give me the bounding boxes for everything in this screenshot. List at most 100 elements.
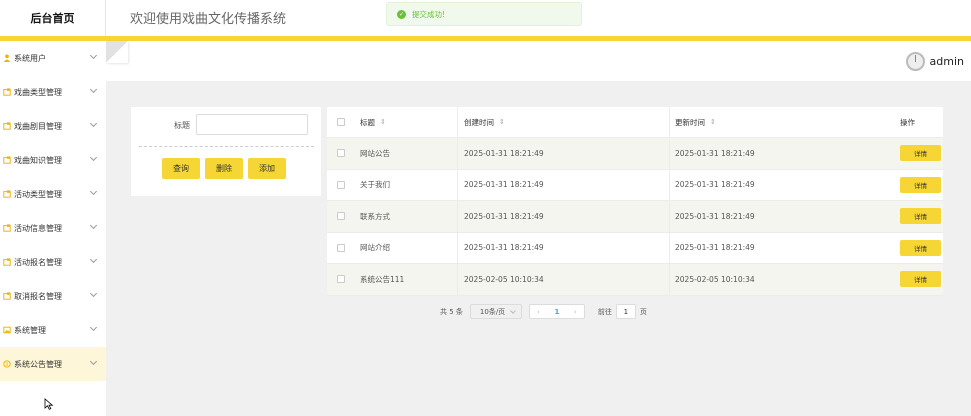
row-checkbox[interactable] bbox=[337, 243, 345, 252]
table-row[interactable]: 网站公告 2025-01-31 18:21:49 2025-01-31 18:2… bbox=[327, 138, 943, 170]
cell-title: 关于我们 bbox=[355, 169, 458, 200]
page-size-select[interactable]: 10条/页 bbox=[469, 304, 522, 319]
cell-created: 2025-01-31 18:21:49 bbox=[458, 232, 670, 263]
sidebar-item-label: 活动信息管理 bbox=[14, 223, 62, 233]
chevron-down-icon bbox=[89, 85, 98, 94]
cell-updated: 2025-02-05 10:10:34 bbox=[675, 274, 755, 284]
table-row[interactable]: 联系方式 2025-01-31 18:21:49 2025-01-31 18:2… bbox=[327, 201, 943, 233]
detail-button[interactable]: 详情 bbox=[900, 271, 941, 288]
page-suffix: 页 bbox=[639, 307, 647, 316]
sidebar-item-label: 戏曲类型管理 bbox=[14, 87, 62, 97]
row-checkbox[interactable] bbox=[337, 212, 345, 221]
system-title: 欢迎使用戏曲文化传播系统 bbox=[130, 12, 287, 27]
home-link[interactable]: 后台首页 bbox=[0, 0, 106, 36]
table-row[interactable]: 关于我们 2025-01-31 18:21:49 2025-01-31 18:2… bbox=[327, 169, 943, 201]
toast-message: 提交成功! bbox=[412, 9, 446, 19]
chevron-down-icon bbox=[89, 51, 98, 60]
sidebar-item-system-users[interactable]: 系统用户 bbox=[0, 41, 106, 75]
title-search-input[interactable] bbox=[196, 114, 308, 135]
chevron-down-icon bbox=[89, 221, 98, 230]
sidebar-item-system-management[interactable]: 系统管理 bbox=[0, 313, 106, 347]
chevron-down-icon bbox=[510, 308, 516, 314]
add-button[interactable]: 添加 bbox=[248, 158, 286, 179]
divider bbox=[139, 146, 314, 147]
cell-updated: 2025-01-31 18:21:49 bbox=[675, 211, 755, 221]
cell-updated: 2025-01-31 18:21:49 bbox=[675, 180, 755, 190]
folder-icon bbox=[3, 190, 11, 198]
avatar bbox=[905, 52, 925, 71]
mouse-cursor-icon bbox=[44, 398, 54, 410]
page-number[interactable]: 1 bbox=[554, 308, 559, 316]
user-icon bbox=[3, 54, 11, 62]
column-header-updated[interactable]: 更新时间 ⇕ bbox=[670, 107, 882, 137]
user-menu[interactable]: admin bbox=[905, 52, 964, 71]
column-header-title[interactable]: 标题 ⇕ bbox=[355, 107, 458, 137]
notice-table: 标题 ⇕ 创建时间 ⇕ 更新时间 ⇕ 操作 网站公告 2025-01-31 18:21… bbox=[327, 107, 943, 296]
table-row[interactable]: 系统公告111 2025-02-05 10:10:34 2025-02-05 1… bbox=[327, 264, 943, 296]
sidebar-item-opera-knowledge[interactable]: 戏曲知识管理 bbox=[0, 143, 106, 177]
sidebar: 系统用户 戏曲类型管理 戏曲剧目管理 戏曲知识管理 活动类型管理 活动信息管理 … bbox=[0, 41, 106, 416]
sidebar-item-activity-signup[interactable]: 活动报名管理 bbox=[0, 245, 106, 279]
sidebar-item-opera-types[interactable]: 戏曲类型管理 bbox=[0, 75, 106, 109]
prev-page-icon[interactable]: ‹ bbox=[537, 308, 540, 316]
cell-created: 2025-01-31 18:21:49 bbox=[458, 201, 670, 232]
cell-title: 联系方式 bbox=[355, 201, 458, 232]
chevron-down-icon bbox=[89, 289, 98, 298]
sidebar-item-activity-types[interactable]: 活动类型管理 bbox=[0, 177, 106, 211]
sidebar-item-label: 系统用户 bbox=[14, 53, 46, 63]
picture-icon bbox=[3, 326, 11, 334]
chevron-down-icon bbox=[89, 153, 98, 162]
column-header-created[interactable]: 创建时间 ⇕ bbox=[458, 107, 670, 137]
title-label: 标题 bbox=[174, 121, 190, 130]
detail-button[interactable]: 详情 bbox=[900, 208, 941, 225]
sort-icon: ⇕ bbox=[499, 118, 505, 126]
next-page-icon[interactable]: › bbox=[574, 308, 577, 316]
chevron-down-icon bbox=[89, 119, 98, 128]
folder-icon bbox=[3, 156, 11, 164]
detail-button[interactable]: 详情 bbox=[900, 176, 941, 193]
cell-title: 网站介绍 bbox=[355, 232, 458, 263]
folder-icon bbox=[3, 88, 11, 96]
cell-updated: 2025-01-31 18:21:49 bbox=[675, 243, 755, 253]
sidebar-item-activity-info[interactable]: 活动信息管理 bbox=[0, 211, 106, 245]
cell-title: 系统公告111 bbox=[355, 264, 458, 295]
sidebar-item-cancel-signup[interactable]: 取消报名管理 bbox=[0, 279, 106, 313]
query-button[interactable]: 查询 bbox=[162, 158, 200, 179]
folder-icon bbox=[3, 122, 11, 130]
chevron-down-icon bbox=[89, 255, 98, 264]
delete-button[interactable]: 删除 bbox=[205, 158, 243, 179]
row-checkbox[interactable] bbox=[337, 180, 345, 189]
sort-icon: ⇕ bbox=[710, 118, 716, 126]
folder-icon bbox=[3, 258, 11, 266]
chevron-down-icon bbox=[89, 187, 98, 196]
cell-created: 2025-01-31 18:21:49 bbox=[458, 138, 670, 169]
total-count: 共 5 条 bbox=[440, 307, 463, 316]
content-header bbox=[106, 41, 971, 81]
table-row[interactable]: 网站介绍 2025-01-31 18:21:49 2025-01-31 18:2… bbox=[327, 232, 943, 264]
sort-icon: ⇕ bbox=[380, 118, 386, 126]
sidebar-item-label: 系统管理 bbox=[14, 325, 46, 335]
row-checkbox[interactable] bbox=[337, 275, 345, 284]
collapse-sidebar-toggle[interactable] bbox=[106, 41, 128, 63]
cell-created: 2025-01-31 18:21:49 bbox=[458, 169, 670, 200]
table-header: 标题 ⇕ 创建时间 ⇕ 更新时间 ⇕ 操作 bbox=[327, 107, 943, 138]
detail-button[interactable]: 详情 bbox=[900, 145, 941, 162]
username: admin bbox=[929, 55, 964, 68]
goto-label: 前往 bbox=[597, 307, 612, 316]
sidebar-item-opera-repertoire[interactable]: 戏曲剧目管理 bbox=[0, 109, 106, 143]
sidebar-item-system-notice[interactable]: 系统公告管理 bbox=[0, 347, 106, 381]
top-bar: 后台首页 欢迎使用戏曲文化传播系统 ✓ 提交成功! bbox=[0, 0, 971, 36]
sidebar-item-label: 活动类型管理 bbox=[14, 189, 62, 199]
cell-updated: 2025-01-31 18:21:49 bbox=[675, 148, 755, 158]
sidebar-item-label: 系统公告管理 bbox=[14, 359, 62, 369]
search-panel: 标题 查询 删除 添加 bbox=[131, 107, 321, 196]
goto-page-input[interactable]: 1 bbox=[615, 304, 636, 319]
pagination: 共 5 条 10条/页 ‹ 1 › 前往 1 页 bbox=[440, 304, 647, 319]
folder-icon bbox=[3, 224, 11, 232]
sidebar-item-label: 戏曲知识管理 bbox=[14, 155, 62, 165]
detail-button[interactable]: 详情 bbox=[900, 239, 941, 256]
success-toast: ✓ 提交成功! bbox=[386, 2, 582, 26]
row-checkbox[interactable] bbox=[337, 149, 345, 158]
cell-created: 2025-02-05 10:10:34 bbox=[458, 264, 670, 295]
select-all-checkbox[interactable] bbox=[337, 118, 345, 126]
